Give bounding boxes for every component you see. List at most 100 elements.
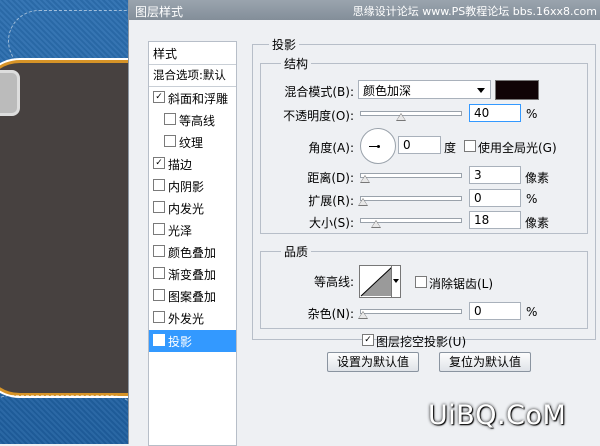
opacity-slider[interactable] [360,111,462,116]
size-input[interactable]: 18 [469,211,521,229]
size-label: 大小(S): [308,216,354,230]
style-item-label: 投影 [168,335,193,349]
angle-unit: 度 [444,141,457,155]
spread-value: 0 [474,191,482,205]
angle-label: 角度(A): [308,141,354,155]
opacity-label: 不透明度(O): [283,109,354,123]
style-item-pattern-overlay[interactable]: 图案叠加 [149,285,236,307]
noise-input[interactable]: 0 [469,302,521,320]
style-item-inner-glow[interactable]: 内发光 [149,197,236,219]
spread-slider-handle[interactable] [358,198,368,206]
style-item-label: 描边 [168,158,193,172]
distance-input[interactable]: 3 [469,166,521,184]
styles-header[interactable]: 样式 [149,42,236,65]
size-slider-handle[interactable] [371,220,381,228]
global-light-label[interactable]: 使用全局光(G) [478,139,557,156]
style-item-label: 内发光 [168,202,205,216]
style-item-gradient-overlay[interactable]: 渐变叠加 [149,263,236,285]
distance-slider[interactable] [360,173,462,178]
contour-curve-icon [360,266,393,297]
quality-legend: 品质 [281,243,312,260]
style-checkbox[interactable] [153,201,165,213]
style-item-label: 纹理 [179,136,204,150]
opacity-unit: % [526,107,538,121]
distance-unit: 像素 [525,171,550,185]
angle-input[interactable]: 0 [398,136,441,154]
contour-dropdown[interactable] [391,265,401,298]
styles-list: 样式 混合选项:默认 ✓ 斜面和浮雕 等高线 纹理 ✓ 描边 内阴影 内发光 光… [148,41,237,446]
blending-options-label: 混合选项:默认 [153,68,226,82]
contour-preview[interactable] [359,265,394,298]
style-item-drop-shadow[interactable]: ✓ 投影 [149,330,236,352]
dialog-titlebar[interactable]: 图层样式 思缘设计论坛 www.PS教程论坛 bbs.16xx8.com [129,0,600,20]
style-item-color-overlay[interactable]: 颜色叠加 [149,241,236,263]
style-item-stroke[interactable]: ✓ 描边 [149,153,236,175]
site-watermark: UiBQ.CoM [428,400,567,431]
style-item-label: 斜面和浮雕 [168,92,229,106]
style-checkbox[interactable] [153,179,165,191]
structure-legend: 结构 [281,55,312,72]
spread-slider[interactable] [360,196,462,201]
style-item-texture[interactable]: 纹理 [149,131,236,153]
opacity-value: 40 [474,106,490,120]
spread-label: 扩展(R): [308,194,354,208]
canvas-artwork [0,0,128,444]
style-checkbox[interactable] [164,135,176,147]
style-item-inner-shadow[interactable]: 内阴影 [149,175,236,197]
styles-header-label: 样式 [153,47,178,61]
dialog-title: 图层样式 [135,5,184,19]
spread-input[interactable]: 0 [469,189,521,207]
stitch-line [0,395,128,444]
noise-slider[interactable] [360,309,462,314]
noise-slider-handle[interactable] [358,311,368,319]
noise-label: 杂色(N): [307,307,354,321]
knockout-label[interactable]: 图层挖空投影(U) [376,333,466,350]
style-item-contour[interactable]: 等高线 [149,109,236,131]
distance-value: 3 [474,168,482,182]
reset-default-button[interactable]: 复位为默认值 [439,352,531,372]
size-unit: 像素 [525,216,550,230]
style-item-label: 内阴影 [168,180,205,194]
style-item-label: 渐变叠加 [168,268,217,282]
style-checkbox[interactable] [153,245,165,257]
knockout-checkbox[interactable]: ✓ [362,334,374,346]
layer-style-dialog: 图层样式 思缘设计论坛 www.PS教程论坛 bbs.16xx8.com 样式 … [128,0,600,446]
style-checkbox[interactable] [153,289,165,301]
opacity-slider-handle[interactable] [396,113,406,121]
style-item-outer-glow[interactable]: 外发光 [149,307,236,329]
style-checkbox[interactable]: ✓ [153,91,165,103]
make-default-button[interactable]: 设置为默认值 [327,352,419,372]
blending-options-item[interactable]: 混合选项:默认 [149,65,236,87]
blend-mode-select[interactable]: 颜色加深 [358,80,491,99]
style-item-label: 外发光 [168,312,205,326]
distance-slider-handle[interactable] [360,175,370,183]
style-item-label: 颜色叠加 [168,246,217,260]
global-light-checkbox[interactable] [464,140,476,152]
style-checkbox[interactable] [153,267,165,279]
style-checkbox[interactable]: ✓ [153,334,165,346]
blend-mode-label: 混合模式(B): [284,85,354,99]
chevron-down-icon [477,88,485,93]
antialias-checkbox[interactable] [415,276,427,288]
style-checkbox[interactable] [164,113,176,125]
style-checkbox[interactable]: ✓ [153,157,165,169]
style-item-label: 等高线 [179,114,216,128]
noise-value: 0 [474,304,482,318]
chevron-down-icon [393,279,399,283]
drop-shadow-title: 投影 [269,36,300,53]
opacity-input[interactable]: 40 [469,104,521,122]
style-checkbox[interactable] [153,311,165,323]
distance-label: 距离(D): [307,171,354,185]
style-item-label: 图案叠加 [168,290,217,304]
angle-value: 0 [403,138,411,152]
style-item-bevel-emboss[interactable]: ✓ 斜面和浮雕 [149,87,236,109]
style-checkbox[interactable] [153,223,165,235]
style-item-label: 光泽 [168,224,193,238]
size-value: 18 [474,213,490,227]
angle-dial[interactable] [360,128,396,164]
antialias-label[interactable]: 消除锯齿(L) [429,275,493,292]
shadow-color-swatch[interactable] [495,80,539,100]
style-item-satin[interactable]: 光泽 [149,219,236,241]
metal-buckle [0,70,20,116]
blend-mode-value: 颜色加深 [363,84,412,98]
